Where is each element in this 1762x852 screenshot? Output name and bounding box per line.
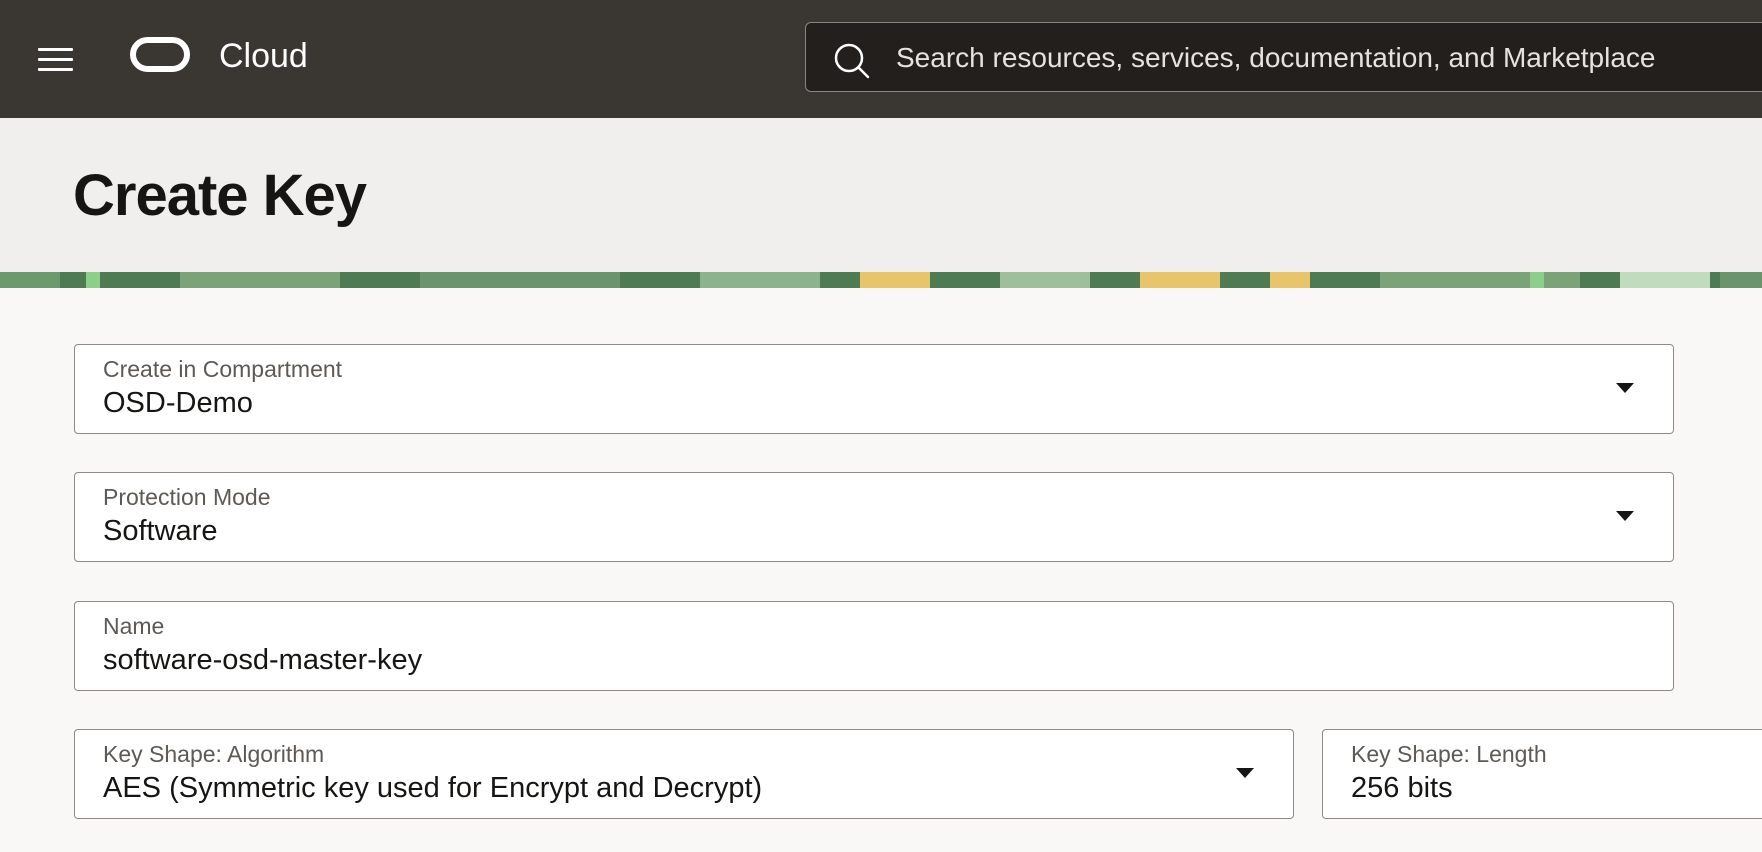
key-length-label: Key Shape: Length xyxy=(1351,741,1547,767)
hamburger-menu-icon[interactable] xyxy=(38,44,78,76)
decorative-banner xyxy=(0,272,1762,288)
key-length-select[interactable]: Key Shape: Length 256 bits xyxy=(1322,729,1762,819)
algorithm-select[interactable]: Key Shape: Algorithm AES (Symmetric key … xyxy=(74,729,1294,819)
compartment-select[interactable]: Create in Compartment OSD-Demo xyxy=(74,344,1674,434)
page-title: Create Key xyxy=(73,163,367,228)
protection-mode-value: Software xyxy=(103,515,218,547)
search-box[interactable] xyxy=(805,22,1762,92)
search-input[interactable] xyxy=(894,23,1758,92)
chevron-down-icon[interactable] xyxy=(1616,383,1634,393)
search-icon xyxy=(834,43,870,79)
algorithm-value: AES (Symmetric key used for Encrypt and … xyxy=(103,772,763,804)
algorithm-label: Key Shape: Algorithm xyxy=(103,741,325,767)
compartment-label: Create in Compartment xyxy=(103,356,343,382)
protection-mode-label: Protection Mode xyxy=(103,484,271,510)
brand-name[interactable]: Cloud xyxy=(219,36,308,76)
protection-mode-select[interactable]: Protection Mode Software xyxy=(74,472,1674,562)
name-field[interactable]: Name software-osd-master-key xyxy=(74,601,1674,691)
key-length-value: 256 bits xyxy=(1351,772,1453,804)
chevron-down-icon[interactable] xyxy=(1236,768,1254,778)
compartment-value: OSD-Demo xyxy=(103,387,253,419)
chevron-down-icon[interactable] xyxy=(1616,511,1634,521)
name-label: Name xyxy=(103,613,165,639)
top-navigation-bar: Cloud xyxy=(0,0,1762,118)
oracle-logo-icon[interactable] xyxy=(130,37,190,72)
name-input[interactable]: software-osd-master-key xyxy=(103,644,422,677)
